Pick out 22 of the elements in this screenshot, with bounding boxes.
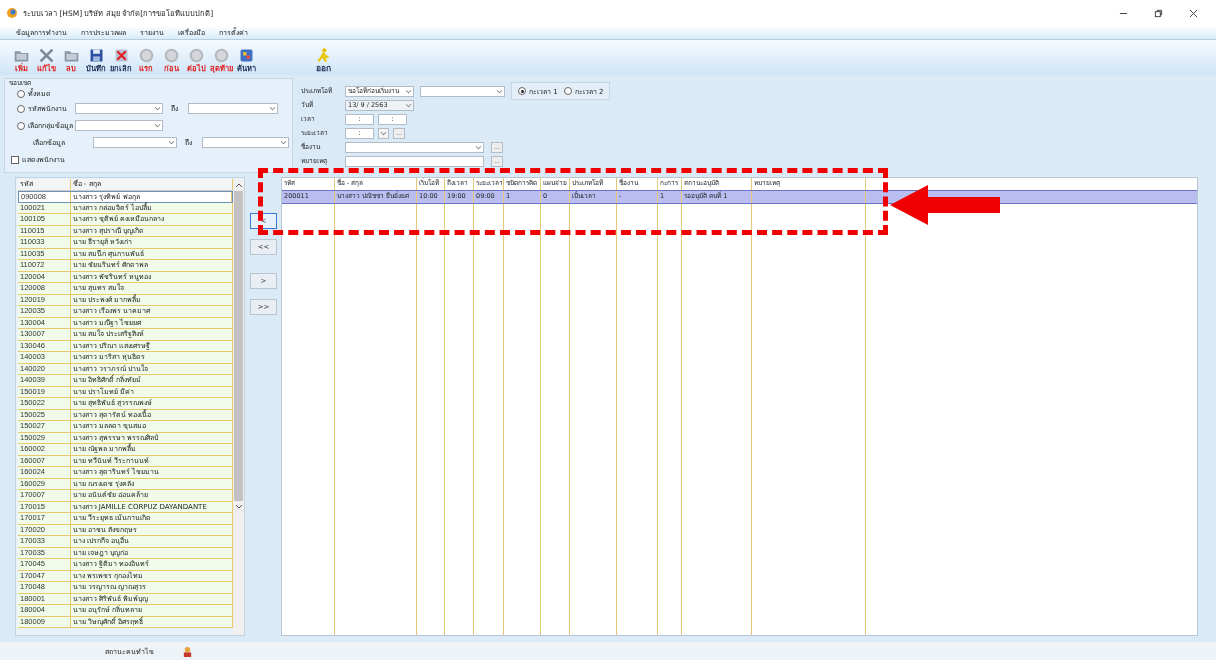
close-icon[interactable] <box>1189 8 1198 18</box>
app-icon <box>6 7 18 19</box>
data-combo[interactable] <box>202 137 289 148</box>
toolbar-button[interactable]: ออก <box>312 47 334 73</box>
person-icon <box>182 645 193 657</box>
note-field[interactable] <box>345 155 484 167</box>
tools-icon <box>37 47 55 64</box>
job-combo[interactable] <box>345 141 484 153</box>
scroll-up-icon[interactable] <box>234 181 243 189</box>
circle-icon <box>212 47 230 64</box>
ot-subtype-combo[interactable] <box>420 85 505 97</box>
scroll-down-icon[interactable] <box>234 503 243 511</box>
group-combo[interactable] <box>75 120 163 131</box>
restore-icon[interactable] <box>1154 8 1163 18</box>
employee-combo[interactable] <box>75 103 163 114</box>
data-combo[interactable] <box>92 137 178 148</box>
circle-icon <box>162 47 180 64</box>
circle-icon <box>187 47 205 64</box>
scrollbar[interactable] <box>233 179 244 635</box>
duration-dropdown[interactable] <box>378 127 389 139</box>
circle-icon <box>137 47 155 64</box>
employee-combo[interactable] <box>188 103 278 114</box>
